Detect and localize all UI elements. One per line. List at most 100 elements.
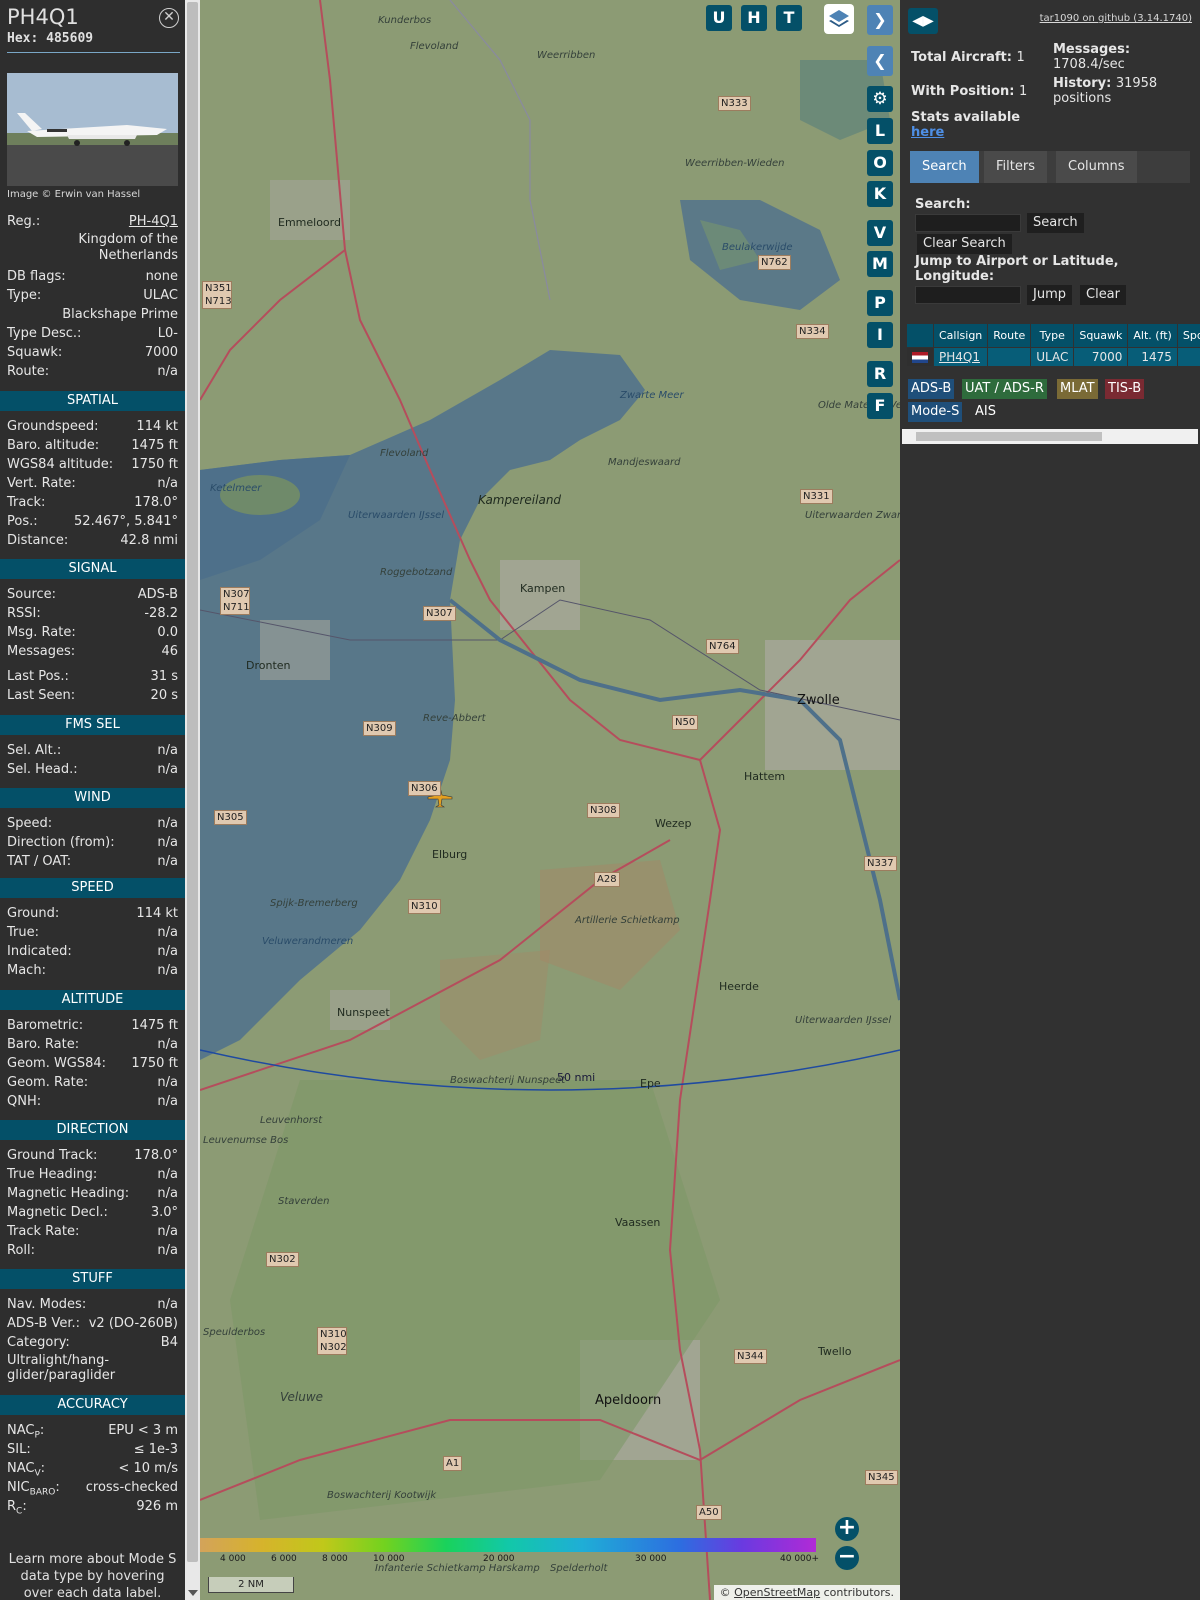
search-input[interactable]: [915, 214, 1021, 232]
map-button-i[interactable]: I: [867, 322, 893, 348]
clear-button[interactable]: Clear: [1080, 285, 1126, 305]
header-divider: [7, 52, 180, 53]
info-label: Sel. Head.:: [7, 762, 78, 777]
map-button-h[interactable]: H: [741, 5, 767, 31]
road-shield: N351 N713: [202, 281, 232, 309]
info-label: RC:: [7, 1499, 27, 1517]
scrollbar-thumb[interactable]: [187, 2, 198, 1562]
expand-collapse-icon[interactable]: ◀▶: [908, 8, 938, 34]
info-label: True Heading:: [7, 1167, 98, 1182]
map-button-l[interactable]: L: [867, 118, 893, 144]
place-label: Kampen: [520, 582, 566, 595]
map-button-k[interactable]: K: [867, 181, 893, 207]
map-button-v[interactable]: V: [867, 220, 893, 246]
column-header[interactable]: Type: [1031, 324, 1074, 347]
tab-columns[interactable]: Columns: [1056, 151, 1137, 183]
callsign-cell[interactable]: PH4Q1: [934, 348, 988, 366]
altitude-scale-label: 4 000: [220, 1554, 246, 1564]
place-label: Infanterie Schietkamp Harskamp: [375, 1563, 540, 1574]
road-shield: A28: [594, 872, 620, 887]
map-button-t[interactable]: T: [776, 5, 802, 31]
info-label: Messages:: [7, 644, 76, 659]
aircraft-callsign: PH4Q1: [7, 5, 79, 29]
info-row: Track: 178.0°: [7, 494, 178, 512]
zoom-out-icon[interactable]: −: [835, 1546, 859, 1570]
info-label: Roll:: [7, 1243, 36, 1258]
table-horizontal-scrollbar[interactable]: [902, 429, 1198, 444]
info-value: n/a: [157, 854, 178, 869]
map-scale-bar: 2 NM: [208, 1577, 294, 1593]
info-label: Geom. Rate:: [7, 1075, 89, 1090]
map-button-r[interactable]: R: [867, 361, 893, 387]
place-label: Kampereiland: [478, 493, 562, 507]
column-header[interactable]: [907, 324, 933, 347]
info-value[interactable]: PH-4Q1: [129, 213, 178, 231]
speed-cell: [1177, 348, 1200, 366]
chevron-right-icon[interactable]: ❯: [867, 5, 893, 35]
column-header[interactable]: Route: [988, 324, 1031, 347]
info-label: Speed:: [7, 816, 53, 831]
map-button-m[interactable]: M: [867, 251, 893, 277]
map-view[interactable]: Kunderbos Flevoland Weerribben Weerribbe…: [200, 0, 900, 1600]
place-label: Nunspeet: [337, 1006, 390, 1019]
info-row: ADS-B Ver.: v2 (DO-260B): [7, 1315, 178, 1333]
osm-link[interactable]: OpenStreetMap: [734, 1586, 820, 1599]
column-header[interactable]: Callsign: [934, 324, 988, 347]
place-label: Flevoland: [410, 41, 459, 52]
tab-search[interactable]: Search: [910, 151, 979, 183]
aircraft-photo[interactable]: [7, 73, 178, 186]
info-value: n/a: [157, 944, 178, 959]
gear-icon[interactable]: ⚙: [867, 86, 893, 112]
place-label: Mandjeswaard: [608, 457, 681, 468]
scroll-down-icon[interactable]: [188, 1590, 198, 1596]
place-label: Uiterwaarden IJssel: [348, 510, 445, 521]
info-row: Kingdom of the Netherlands: [7, 232, 178, 266]
search-button[interactable]: Search: [1027, 213, 1084, 233]
info-row: Source: ADS-B: [7, 586, 178, 604]
table-row[interactable]: PH4Q1 ULAC 7000 1475: [907, 348, 1200, 366]
place-label: Apeldoorn: [595, 1393, 662, 1408]
close-icon[interactable]: ✕: [159, 8, 179, 28]
place-label: Spijk-Bremerberg: [270, 898, 358, 909]
stats-link[interactable]: here: [911, 125, 944, 140]
place-label: Beulakerwijde: [722, 242, 793, 253]
attribution-prefix: ©: [719, 1586, 735, 1599]
info-label: Direction (from):: [7, 835, 115, 850]
zoom-in-icon[interactable]: +: [835, 1517, 859, 1541]
flag-cell: [907, 348, 933, 366]
map-button-o[interactable]: O: [867, 150, 893, 176]
info-row: Ground: 114 kt: [7, 905, 178, 923]
scrollbar-thumb[interactable]: [916, 432, 1102, 441]
place-label: Ketelmeer: [210, 483, 262, 494]
info-value: 1750 ft: [131, 1056, 178, 1071]
map-button-p[interactable]: P: [867, 290, 893, 316]
column-header[interactable]: Squawk: [1074, 324, 1128, 347]
jump-button[interactable]: Jump: [1027, 285, 1072, 305]
layers-icon[interactable]: [824, 4, 854, 34]
column-header[interactable]: Spd.: [1177, 324, 1200, 347]
place-label: Twello: [818, 1345, 852, 1358]
clear-search-button[interactable]: Clear Search: [917, 234, 1012, 254]
section-header: ALTITUDE: [0, 990, 185, 1010]
callsign-link[interactable]: PH4Q1: [939, 350, 980, 364]
road-shield: N762: [758, 255, 791, 270]
version-link[interactable]: tar1090 on github (3.14.1740): [1040, 13, 1192, 24]
place-label: Spelderholt: [550, 1563, 608, 1574]
altitude-scale-label: 20 000: [483, 1554, 515, 1564]
info-value: n/a: [157, 762, 178, 777]
left-panel-scrollbar[interactable]: [185, 0, 200, 1600]
learn-more-text: Learn more about Mode S data type by hov…: [8, 1552, 177, 1600]
info-label: Source:: [7, 587, 57, 602]
info-row: Messages: 46: [7, 643, 178, 661]
map-button-f[interactable]: F: [867, 393, 893, 419]
road-shield: N308: [587, 803, 620, 818]
column-header[interactable]: Alt. (ft): [1128, 324, 1177, 347]
info-label-subscript: V: [34, 1468, 41, 1479]
info-value: n/a: [157, 1075, 178, 1090]
tab-filters[interactable]: Filters: [984, 151, 1047, 183]
jump-input[interactable]: [915, 286, 1021, 304]
map-button-u[interactable]: U: [706, 5, 732, 31]
info-value: -28.2: [144, 606, 178, 621]
info-value: n/a: [157, 364, 178, 379]
chevron-left-icon[interactable]: ❮: [867, 46, 893, 76]
